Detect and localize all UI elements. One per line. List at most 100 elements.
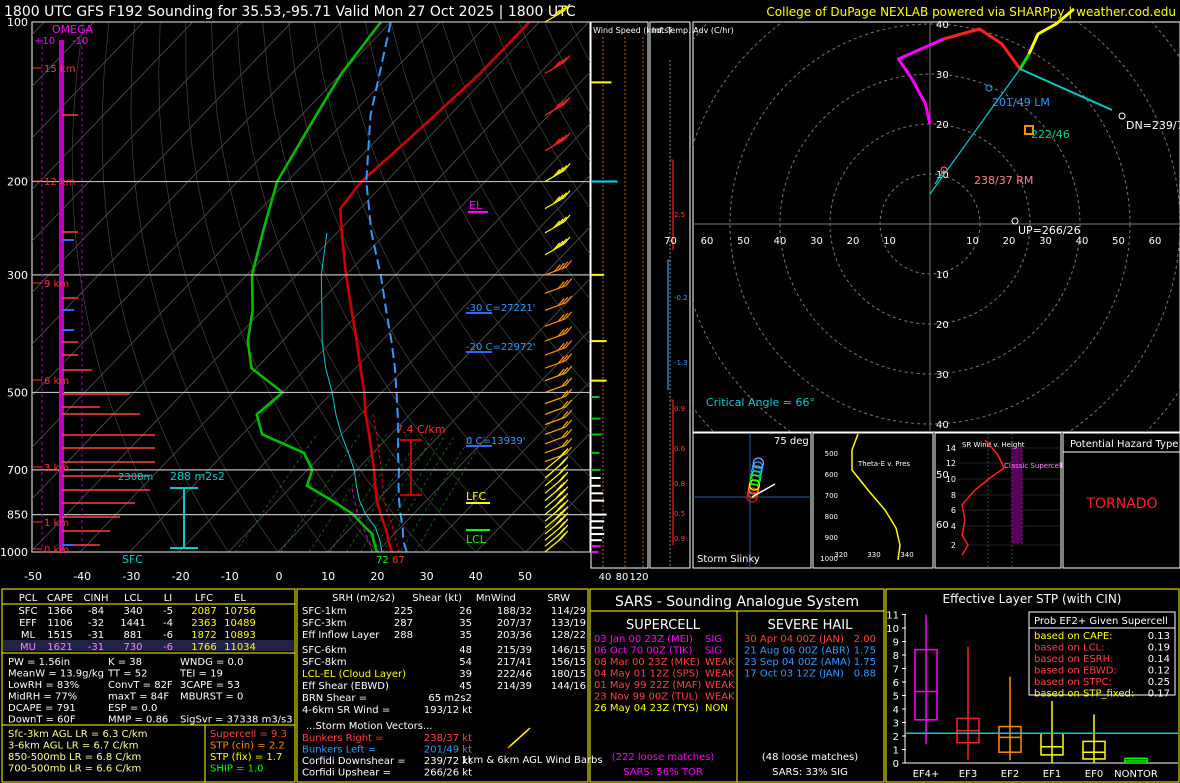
- srw-value: 193/12 kt: [424, 705, 472, 716]
- thermo-param: ESP = 0.0: [108, 703, 157, 714]
- kinematic-cell: 39: [459, 669, 472, 680]
- pressure-tick-label: 100: [7, 16, 28, 29]
- thermo-cell: -84: [88, 606, 104, 617]
- prob-label: based on STPC:: [1034, 677, 1112, 688]
- thermo-cell: -5: [163, 606, 173, 617]
- temp-tick-label: 30: [420, 570, 434, 583]
- credit-text: College of DuPage NEXLAB powered via SHA…: [766, 5, 1176, 19]
- hodo-trace-0-3km: [897, 37, 945, 125]
- slinky-angle: 75 deg: [774, 436, 809, 447]
- temp-tick-label: -30: [122, 570, 140, 583]
- thermo-param: WNDG = 0.0: [180, 657, 243, 668]
- hazard-title: Potential Hazard Type: [1070, 439, 1178, 450]
- isotherm-line: [178, 123, 590, 552]
- dry-adiabat: [441, 22, 590, 300]
- composite-index: Supercell = 9.3: [210, 729, 287, 740]
- advection-value: 0.8: [674, 480, 685, 488]
- barbs-label: 1km & 6km AGL Wind Barbs: [461, 755, 602, 766]
- kinematic-row-label: SFC-6km: [302, 645, 347, 656]
- prob-value: 0.13: [1148, 631, 1170, 642]
- thermo-cell: ML: [21, 630, 36, 641]
- theta-x-label: 320: [834, 551, 847, 559]
- omega-bar: [59, 40, 64, 552]
- hail-analog-size: 1.75: [854, 657, 876, 668]
- skew-t-plot: 1002003005007008501000-50 -40 -30 -20 -10 0 10…: [0, 3, 591, 583]
- critical-angle-label: Critical Angle = 66°: [706, 396, 815, 409]
- thermo-cell: 2087: [191, 606, 216, 617]
- temp-tick-label: -40: [73, 570, 91, 583]
- sfc-label: SFC: [122, 553, 143, 566]
- thermo-cell: MU: [20, 642, 36, 653]
- kinematic-header: Shear (kt): [412, 593, 462, 604]
- wind-barb-flag: [561, 530, 569, 539]
- advection-value: -0.2: [674, 294, 688, 302]
- thermo-cell: -6: [163, 630, 173, 641]
- wind-barb-flag: [561, 512, 569, 521]
- kinematic-row-label: SFC-1km: [302, 606, 347, 617]
- prob-label: based on STP_fixed:: [1034, 689, 1134, 700]
- stp-y-label: 3: [893, 719, 899, 730]
- isotherm-line: [525, 484, 590, 552]
- hail-analog-size: 2.00: [854, 634, 876, 645]
- lcl-label: LCL: [466, 533, 487, 546]
- supercell-analog-class: SIG: [705, 634, 722, 645]
- srwind-y-label: 10: [946, 475, 956, 484]
- supercell-analog-class: WEAK: [705, 692, 735, 703]
- kinematic-cell: 156/15: [551, 657, 586, 668]
- thermo-cell: 1766: [191, 642, 216, 653]
- wind-speed-tick: 120: [629, 572, 648, 583]
- height-label: 6 km: [44, 376, 69, 387]
- hodo-x-label: 30: [1039, 236, 1052, 247]
- thermo-cell: 340: [123, 606, 142, 617]
- kinematic-cell: 207/37: [497, 618, 532, 629]
- advection-value: 0.9: [674, 405, 685, 413]
- ring-label-up: 40: [936, 20, 949, 31]
- supercell-analog-class: WEAK: [705, 680, 735, 691]
- wind-barb-flag: [561, 471, 569, 480]
- kinematic-cell: 114/29: [551, 606, 586, 617]
- eff-srh-label: 288 m2s2: [170, 470, 225, 483]
- hodo-x-label: 40: [1076, 236, 1089, 247]
- ring-label-down: 60: [936, 520, 949, 531]
- kinematic-row-label: Eff Inflow Layer: [302, 630, 380, 641]
- kinematic-cell: 180/15: [551, 669, 586, 680]
- thermo-param: LowRH = 83%: [8, 680, 79, 691]
- kinematic-cell: 144/16: [551, 681, 586, 692]
- isotherm-line: [32, 22, 194, 191]
- hail-analog-date: 17 Oct 03 12Z (JAN): [744, 669, 844, 680]
- height-label: 15 km: [44, 64, 75, 75]
- stp-y-label: 0: [893, 759, 899, 770]
- stp-y-label: 11: [886, 611, 899, 622]
- motion-value: 201/49 kt: [424, 745, 472, 756]
- wind-barb-flag: [558, 502, 566, 511]
- ring-label-up: 30: [936, 70, 949, 81]
- wind-barb-flag: [561, 518, 569, 527]
- range-ring: [580, 0, 1180, 574]
- mean-label: 222/46: [1031, 128, 1070, 141]
- advection-value: 0.5: [674, 510, 685, 518]
- wind-barb-flag: [561, 464, 569, 473]
- hodo-x-label: 10: [883, 236, 896, 247]
- temperature-line: [338, 22, 531, 552]
- supercell-title: SUPERCELL: [626, 618, 701, 633]
- thermo-header: EL: [234, 593, 246, 604]
- hail-analog-date: 21 Aug 06 00Z (ABR): [744, 646, 850, 657]
- stp-category-label: EF2: [1001, 769, 1019, 780]
- thermo-cell: EFF: [19, 618, 37, 629]
- thermo-param: TEI = 19: [179, 669, 223, 680]
- thermo-param: MMP = 0.86: [108, 715, 168, 726]
- ring-label-down: 20: [936, 320, 949, 331]
- composite-index: SHIP = 1.0: [210, 764, 264, 775]
- rm-label: 238/37 RM: [974, 174, 1033, 187]
- thermo-cell: -6: [163, 642, 173, 653]
- hodo-trace-3-6km: [943, 27, 1022, 70]
- srwind-y-label: 8: [951, 491, 956, 500]
- temp-tick-label: 40: [469, 570, 483, 583]
- prob-value: 0.12: [1148, 666, 1170, 677]
- m30-label: -30 C=27221': [466, 303, 535, 314]
- kinematic-cell: 288: [394, 630, 413, 641]
- isotherm-line: [376, 329, 590, 552]
- kinematic-cell: 35: [459, 630, 472, 641]
- dn-marker: [1118, 112, 1126, 120]
- dry-adiabat: [339, 22, 590, 478]
